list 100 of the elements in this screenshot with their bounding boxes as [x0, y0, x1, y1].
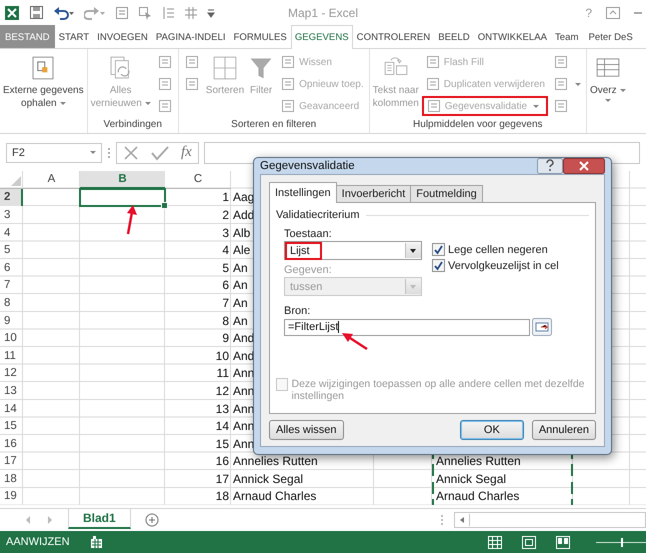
checkbox[interactable] — [432, 259, 445, 272]
table-cell: 1 — [222, 190, 229, 204]
ribbon-tab[interactable]: CONTROLEREN — [352, 25, 434, 48]
caret-icon — [533, 104, 540, 108]
row-header[interactable]: 10 — [0, 329, 23, 347]
column-header[interactable]: B — [80, 171, 165, 189]
table-cell: An — [233, 314, 248, 328]
select-all-icon[interactable] — [11, 176, 21, 186]
row-header[interactable]: 18 — [0, 470, 23, 488]
group-label: Hulpmiddelen voor gegevens — [412, 119, 544, 132]
row-header[interactable]: 6 — [0, 258, 23, 277]
ribbon-tab[interactable]: PAGINA-INDELI — [152, 25, 230, 48]
ribbon-tab[interactable]: Team — [551, 25, 582, 48]
dialog-tab[interactable]: Invoerbericht — [336, 185, 412, 202]
sort-icon — [212, 55, 238, 81]
ribbon-button[interactable]: Externe gegevens ophalen — [2, 51, 85, 133]
table-cell: 9 — [222, 331, 229, 346]
row-header[interactable]: 16 — [0, 434, 23, 452]
column-header[interactable]: C — [165, 171, 231, 189]
row-header[interactable]: 5 — [0, 241, 23, 259]
table-cell: Annelies Rutten — [436, 454, 521, 468]
row-header[interactable]: 3 — [0, 206, 23, 224]
macro-record-icon[interactable] — [90, 536, 103, 548]
row-header[interactable]: 11 — [0, 346, 23, 365]
active-cell[interactable] — [79, 188, 166, 208]
status-mode: AANWIJZEN — [6, 536, 70, 548]
table-cell: 6 — [222, 278, 229, 292]
tool-icon — [424, 76, 441, 92]
dropdown-field[interactable]: Lijst — [284, 241, 422, 260]
table-cell: 12 — [216, 384, 229, 398]
table-cell: Annick Segal — [233, 472, 304, 486]
table-cell: 18 — [216, 489, 229, 504]
table-cell: Alb — [233, 226, 250, 240]
field-label: Bron: — [284, 304, 312, 318]
table-cell: Ale — [233, 243, 250, 258]
redo-icon[interactable] — [84, 6, 106, 20]
table-cell: Arnaud Charles — [436, 489, 520, 504]
horizontal-scrollbar[interactable] — [454, 512, 646, 528]
dialog-button[interactable]: OK — [460, 420, 524, 440]
row-header[interactable]: 4 — [0, 224, 23, 242]
ribbon-tab[interactable]: GEGEVENS — [290, 25, 353, 49]
grip-icon — [107, 146, 111, 160]
row-header[interactable]: 15 — [0, 417, 23, 435]
next-sheet-icon[interactable] — [46, 515, 54, 525]
grip-icon — [440, 514, 444, 526]
range-select-icon[interactable] — [532, 318, 552, 336]
tool-icon — [184, 54, 200, 70]
ribbon-tab[interactable]: ONTWIKKELAA — [474, 25, 552, 48]
table-cell: An — [233, 296, 248, 310]
help-icon[interactable] — [537, 158, 563, 174]
row-header[interactable]: 12 — [0, 364, 23, 382]
ribbon-tab[interactable]: Peter DeS — [582, 25, 634, 48]
table-cell: 16 — [216, 454, 229, 468]
dialog-button[interactable]: Alles wissen — [269, 420, 344, 440]
table-cell: 3 — [222, 226, 229, 240]
close-icon[interactable] — [563, 158, 605, 174]
pointer-arrow — [342, 332, 368, 350]
checkbox-label: Deze wijzigingen toepassen op alle andere cellen met dezelfde instellingen — [291, 378, 586, 402]
dialog-tab[interactable]: Instellingen — [269, 182, 337, 203]
page-break-icon[interactable] — [556, 536, 570, 548]
row-header[interactable]: 14 — [0, 400, 23, 418]
source-input[interactable]: =FilterLijst — [284, 318, 530, 336]
normal-view-icon[interactable] — [488, 536, 502, 548]
ribbon-button[interactable]: Overz — [588, 51, 627, 133]
dialog-button[interactable]: Annuleren — [532, 420, 596, 440]
ribbon-tab[interactable]: FORMULES — [230, 25, 291, 48]
rows-icon[interactable] — [161, 6, 175, 20]
ribbon-tab[interactable]: START — [54, 25, 94, 48]
checkbox[interactable] — [432, 243, 445, 256]
dialog-tab[interactable]: Foutmelding — [410, 185, 483, 202]
save-icon[interactable] — [29, 5, 44, 20]
row-header[interactable]: 7 — [0, 276, 23, 294]
row-header[interactable]: 17 — [0, 452, 23, 470]
row-header[interactable]: 9 — [0, 312, 23, 330]
undo-icon[interactable] — [53, 6, 75, 20]
customize-caret-icon[interactable] — [207, 8, 215, 18]
table-cell: 15 — [216, 436, 229, 451]
add-sheet-icon[interactable] — [144, 513, 159, 527]
caret-icon — [144, 102, 151, 105]
row-header[interactable]: 2 — [0, 188, 23, 206]
ribbon-tab[interactable]: BEELD — [434, 25, 474, 48]
sheet-tab[interactable]: Blad1 — [68, 508, 131, 528]
window-title: Map1 - Excel — [286, 6, 360, 20]
row-header[interactable]: 13 — [0, 382, 23, 400]
grid-icon[interactable] — [184, 6, 198, 20]
row-header[interactable]: 8 — [0, 294, 23, 312]
previous-sheet-icon[interactable] — [24, 515, 32, 525]
form-icon[interactable] — [115, 6, 129, 20]
ribbon-display-icon[interactable] — [606, 6, 620, 18]
cancel-icon[interactable] — [123, 144, 139, 160]
tool-icon — [280, 98, 296, 114]
table-cell: 11 — [216, 366, 229, 380]
page-layout-icon[interactable] — [522, 536, 536, 548]
ribbon-tab[interactable]: INVOEGEN — [93, 25, 152, 48]
cursor-icon[interactable] — [138, 6, 152, 20]
row-header[interactable]: 19 — [0, 488, 23, 506]
insert-function-button[interactable]: fx — [181, 144, 192, 161]
name-box[interactable]: F2 — [6, 142, 102, 162]
check-icon[interactable] — [151, 144, 169, 160]
tool-icon — [552, 98, 569, 114]
